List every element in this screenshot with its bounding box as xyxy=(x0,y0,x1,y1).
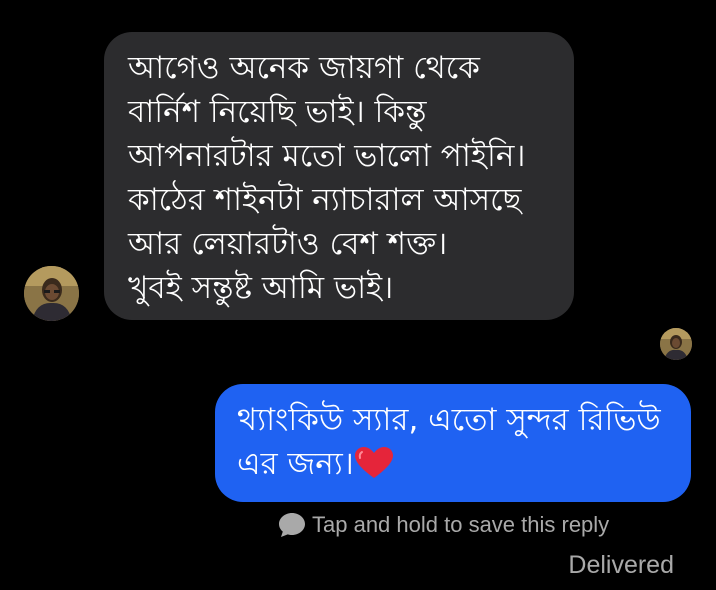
incoming-message-bubble[interactable]: আগেও অনেক জায়গা থেকে বার্নিশ নিয়েছি ভা… xyxy=(104,32,574,320)
message-line: কাঠের শাইনটা ন্যাচারাল আসছে xyxy=(128,182,522,218)
sender-avatar[interactable] xyxy=(24,266,79,321)
delivery-status: Delivered xyxy=(568,551,674,579)
message-text: এর জন্য। xyxy=(237,446,354,482)
message-line: খুবই সন্তুষ্ট আমি ভাই। xyxy=(128,270,394,306)
seen-avatar xyxy=(660,328,692,360)
speech-bubble-icon xyxy=(279,513,305,537)
message-line: থ্যাংকিউ স্যার, এতো সুন্দর রিভিউ xyxy=(237,402,661,438)
save-reply-hint[interactable]: Tap and hold to save this reply xyxy=(278,510,609,540)
message-line-with-emoji: এর জন্য। xyxy=(237,442,691,486)
save-hint-text: Tap and hold to save this reply xyxy=(312,512,610,537)
message-line: আর লেয়ারটাও বেশ শক্ত। xyxy=(128,226,448,262)
seen-avatar-icon xyxy=(660,328,692,360)
message-line: আগেও অনেক জায়গা থেকে xyxy=(128,50,480,86)
message-line: আপনারটার মতো ভালো পাইনি। xyxy=(128,138,526,174)
message-line: বার্নিশ নিয়েছি ভাই। কিন্তু xyxy=(128,94,427,130)
red-heart-icon xyxy=(354,447,393,478)
outgoing-message-bubble[interactable]: থ্যাংকিউ স্যার, এতো সুন্দর রিভিউ এর জন্য… xyxy=(215,384,691,502)
profile-photo-icon xyxy=(24,266,79,321)
